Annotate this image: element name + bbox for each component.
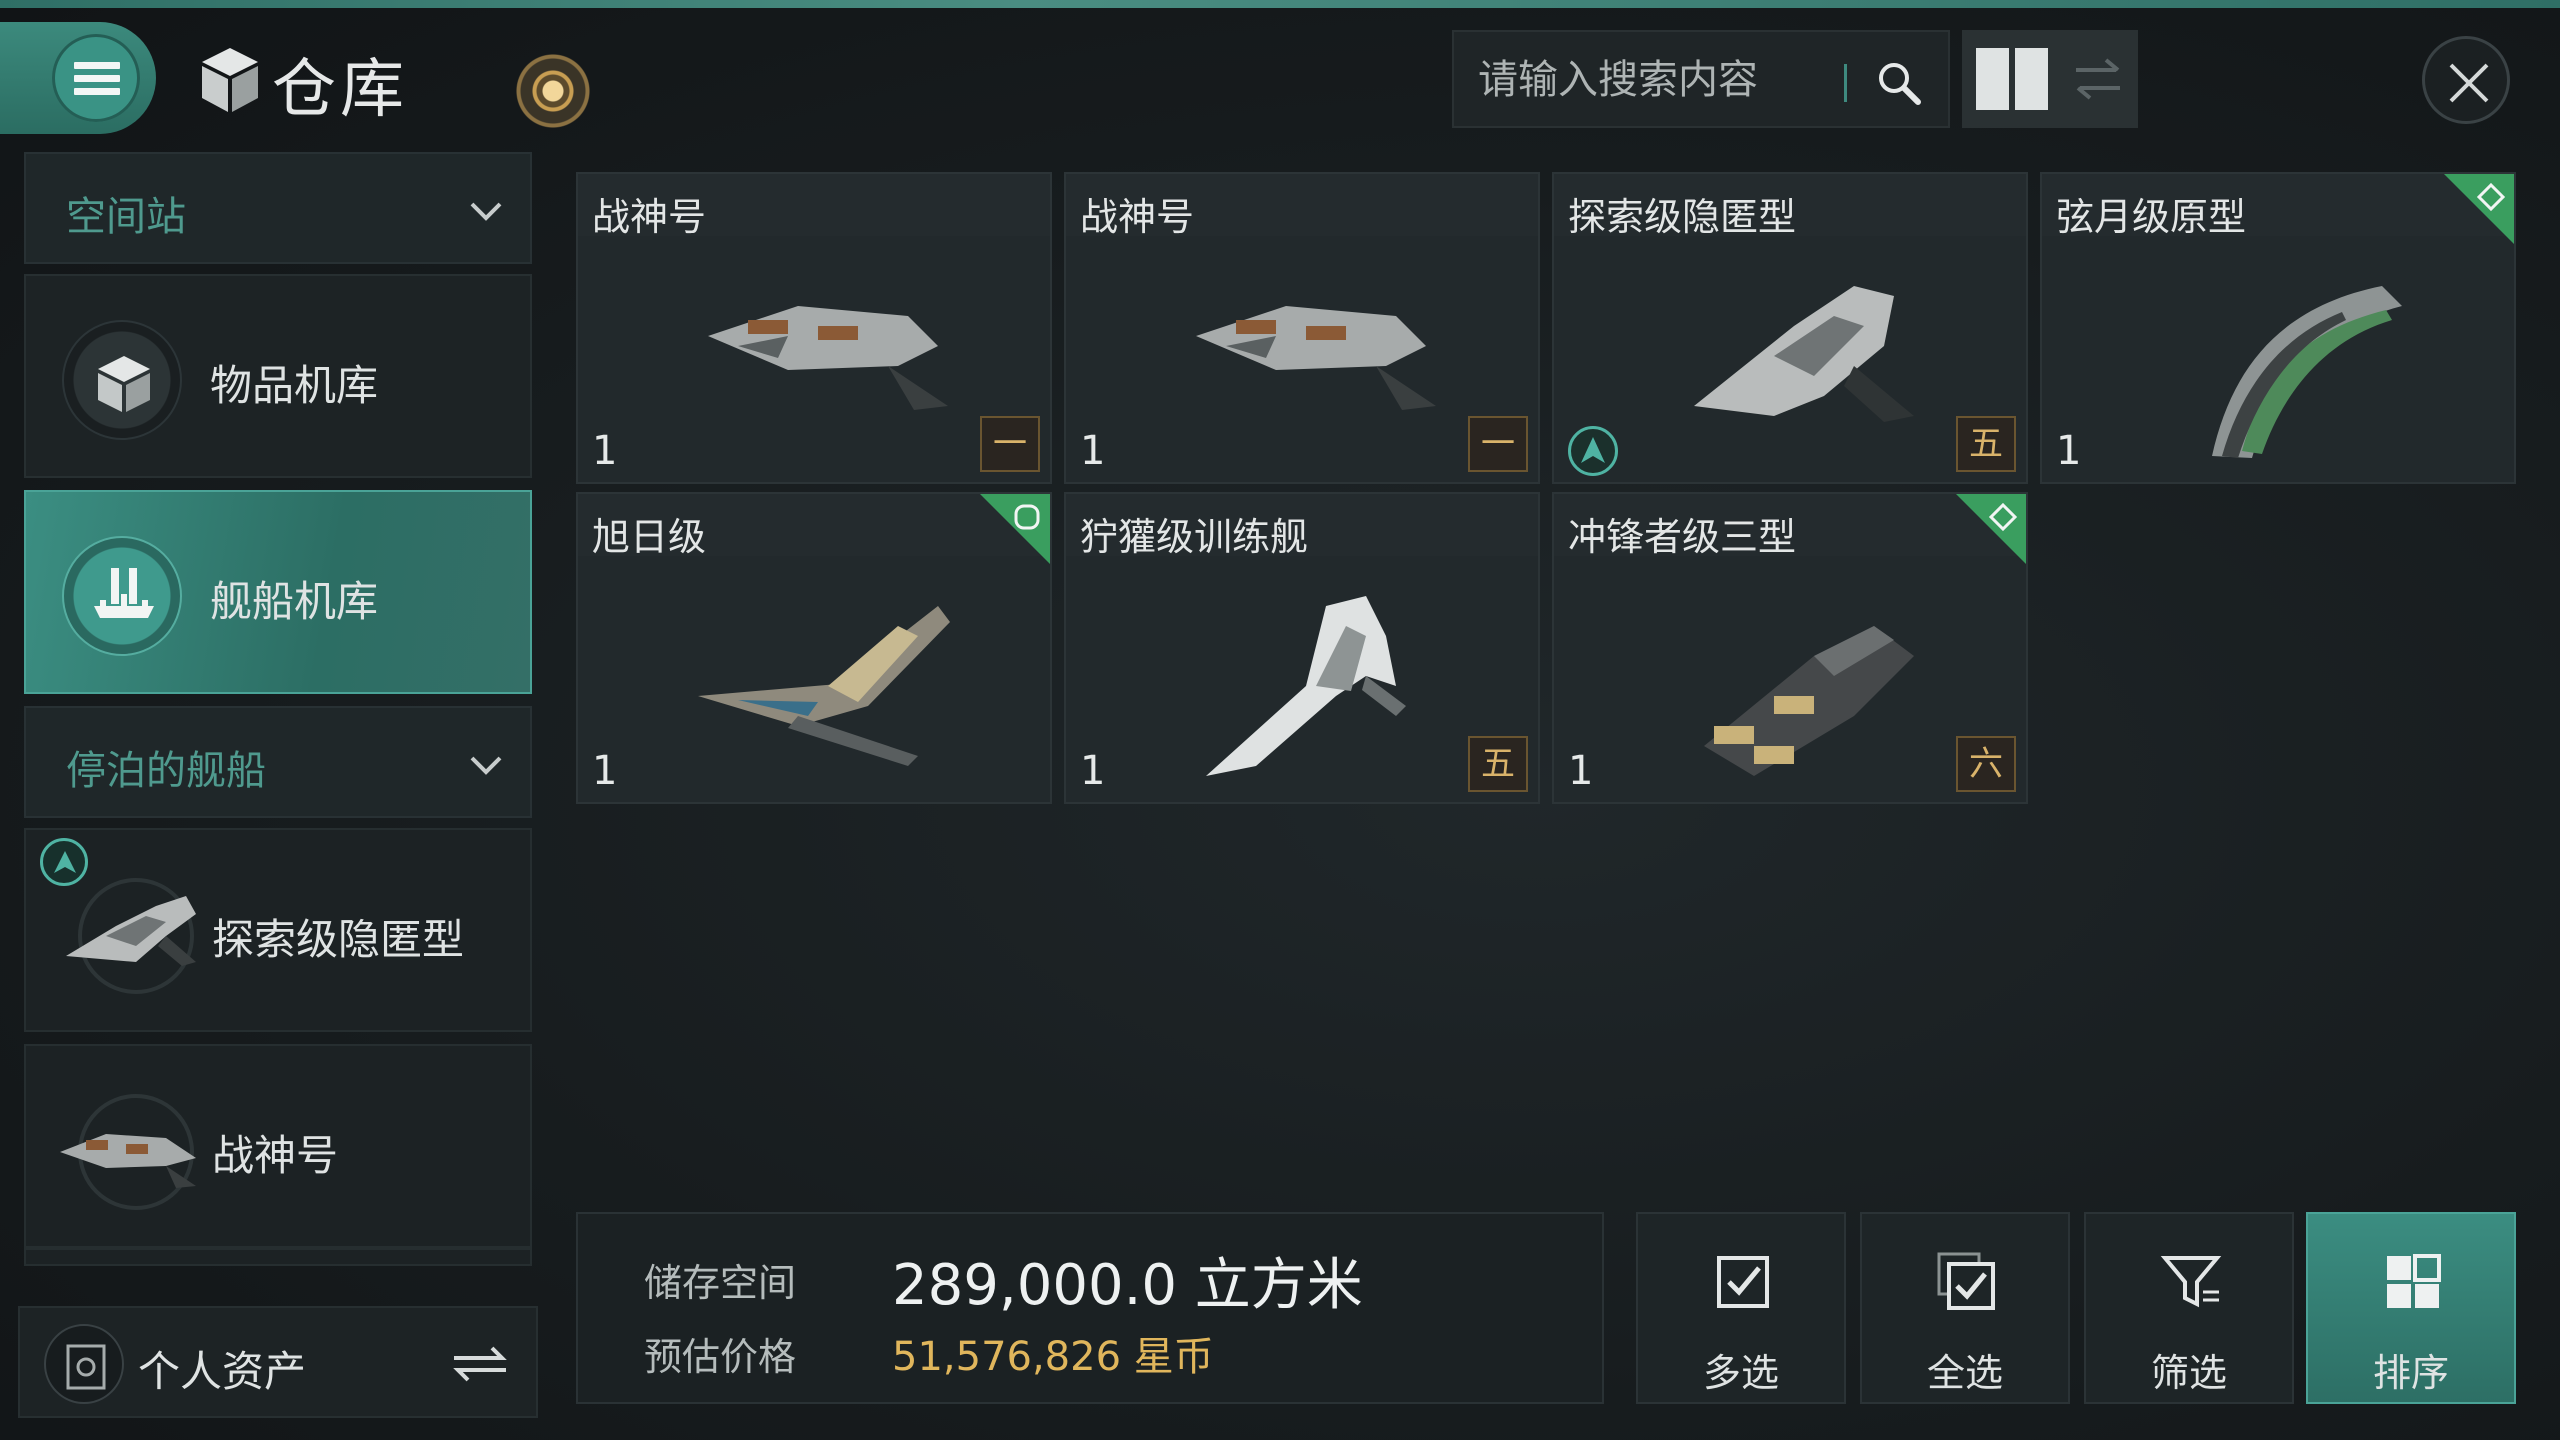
ship-thumbnail xyxy=(60,1094,196,1210)
close-button[interactable] xyxy=(2422,36,2510,124)
docked-ship-name: 战神号 xyxy=(212,1131,339,1180)
tier-badge: 五 xyxy=(1468,736,1528,792)
top-accent-line xyxy=(0,0,2560,8)
ship-grid: 战神号 1 一 战神号 1 一 探索级隐匿型 五 弦月级原型 1 旭日级 1 狞… xyxy=(572,168,2522,1194)
page-title: 仓库 xyxy=(272,53,408,127)
filter-icon xyxy=(2160,1256,2222,1308)
swap-icon xyxy=(453,1346,507,1382)
sidebar-item-label: 舰船机库 xyxy=(210,577,379,626)
list-view-icon[interactable] xyxy=(2072,54,2124,104)
location-dropdown[interactable]: 空间站 xyxy=(24,152,532,264)
ship-image xyxy=(1704,626,1914,776)
view-toggle[interactable] xyxy=(1962,30,2138,128)
docked-ships-dropdown[interactable]: 停泊的舰船 xyxy=(24,706,532,818)
ship-name: 旭日级 xyxy=(592,515,707,559)
ship-card[interactable]: 弦月级原型 1 xyxy=(2040,172,2516,484)
ship-name: 探索级隐匿型 xyxy=(1568,195,1797,239)
warehouse-screen: 仓库 空间站 xyxy=(0,0,2560,1440)
storage-space-value: 289,000.0 立方米 xyxy=(892,1253,1363,1318)
ship-name: 弦月级原型 xyxy=(2056,195,2247,239)
sidebar-item-label: 物品机库 xyxy=(210,361,379,410)
diamond-icon xyxy=(1988,502,2018,532)
ship-name: 冲锋者级三型 xyxy=(1568,515,1797,559)
estimated-price-value: 51,576,826 星币 xyxy=(892,1334,1214,1380)
hamburger-icon xyxy=(74,62,120,96)
search-input[interactable] xyxy=(1478,54,1808,106)
select-all-button[interactable]: 全选 xyxy=(1860,1212,2070,1404)
sidebar-item-item-hangar[interactable]: 物品机库 xyxy=(24,274,532,478)
ship-quantity: 1 xyxy=(1080,428,1106,474)
chevron-down-icon xyxy=(470,756,502,775)
compass-icon[interactable] xyxy=(508,46,598,136)
ship-card[interactable]: 探索级隐匿型 五 xyxy=(1552,172,2028,484)
multi-select-icon xyxy=(1717,1256,1769,1308)
storage-summary: 储存空间 289,000.0 立方米 预估价格 51,576,826 星币 xyxy=(576,1212,1604,1404)
search-divider xyxy=(1844,64,1847,102)
filter-label: 筛选 xyxy=(2150,1351,2227,1395)
cube-icon xyxy=(62,320,182,440)
sort-button[interactable]: 排序 xyxy=(2306,1212,2516,1404)
chevron-down-icon xyxy=(470,202,502,221)
warehouse-cube-icon xyxy=(202,48,258,112)
ship-quantity: 1 xyxy=(1568,748,1594,794)
ship-image xyxy=(1206,596,1406,776)
ship-image xyxy=(2212,286,2402,458)
tier-badge: 一 xyxy=(1468,416,1528,472)
ship-image xyxy=(698,606,950,766)
ship-card[interactable]: 战神号 1 一 xyxy=(1064,172,1540,484)
assets-label: 个人资产 xyxy=(138,1347,307,1396)
ship-quantity: 1 xyxy=(592,428,618,474)
select-all-label: 全选 xyxy=(1926,1351,2003,1395)
sort-icon xyxy=(2387,1254,2441,1308)
select-all-icon xyxy=(1937,1252,1995,1310)
tier-badge: 六 xyxy=(1956,736,2016,792)
ship-hangar-icon xyxy=(62,536,182,656)
docked-ship-item[interactable]: 战神号 xyxy=(24,1044,532,1248)
active-skill-badge xyxy=(1568,426,1618,476)
sidebar: 空间站 物品机库 舰船机库 停泊的舰船 探索级隐匿型 战神号 xyxy=(18,148,538,1288)
location-label: 空间站 xyxy=(66,194,186,240)
ship-quantity: 1 xyxy=(2056,428,2082,474)
filter-button[interactable]: 筛选 xyxy=(2084,1212,2294,1404)
ship-quantity: 1 xyxy=(592,748,618,794)
multi-select-button[interactable]: 多选 xyxy=(1636,1212,1846,1404)
docked-ship-item[interactable]: 探索级隐匿型 xyxy=(24,828,532,1032)
tier-badge: 一 xyxy=(980,416,1040,472)
docked-ships-label: 停泊的舰船 xyxy=(66,748,266,794)
estimated-price-label: 预估价格 xyxy=(644,1335,797,1379)
personal-assets-button[interactable]: 个人资产 xyxy=(18,1306,538,1418)
ship-name: 战神号 xyxy=(592,195,707,239)
sidebar-divider xyxy=(24,1248,532,1266)
ship-name: 狞獾级训练舰 xyxy=(1080,515,1309,559)
tier-badge: 五 xyxy=(1956,416,2016,472)
sidebar-item-ship-hangar[interactable]: 舰船机库 xyxy=(24,490,532,694)
ship-card[interactable]: 旭日级 1 xyxy=(576,492,1052,804)
ship-card[interactable]: 战神号 1 一 xyxy=(576,172,1052,484)
close-icon xyxy=(2449,63,2489,103)
ship-image xyxy=(1694,286,1914,422)
search-bar[interactable] xyxy=(1452,30,1950,128)
ship-quantity: 1 xyxy=(1080,748,1106,794)
ship-thumbnail xyxy=(66,878,196,994)
assets-icon xyxy=(44,1324,124,1404)
circle-icon xyxy=(1014,504,1040,530)
ship-image xyxy=(1196,306,1436,410)
active-ship-badge xyxy=(40,838,88,886)
multi-select-label: 多选 xyxy=(1702,1351,1779,1395)
docked-ship-name: 探索级隐匿型 xyxy=(212,915,465,964)
sort-label: 排序 xyxy=(2372,1351,2449,1395)
storage-space-label: 储存空间 xyxy=(644,1261,797,1305)
ship-image xyxy=(708,306,948,410)
ship-card[interactable]: 狞獾级训练舰 1 五 xyxy=(1064,492,1540,804)
grid-view-icon[interactable] xyxy=(1976,48,2048,110)
ship-name: 战神号 xyxy=(1080,195,1195,239)
diamond-icon xyxy=(2476,182,2506,212)
menu-button[interactable] xyxy=(0,22,156,134)
ship-card[interactable]: 冲锋者级三型 1 六 xyxy=(1552,492,2028,804)
search-icon[interactable] xyxy=(1874,58,1924,108)
